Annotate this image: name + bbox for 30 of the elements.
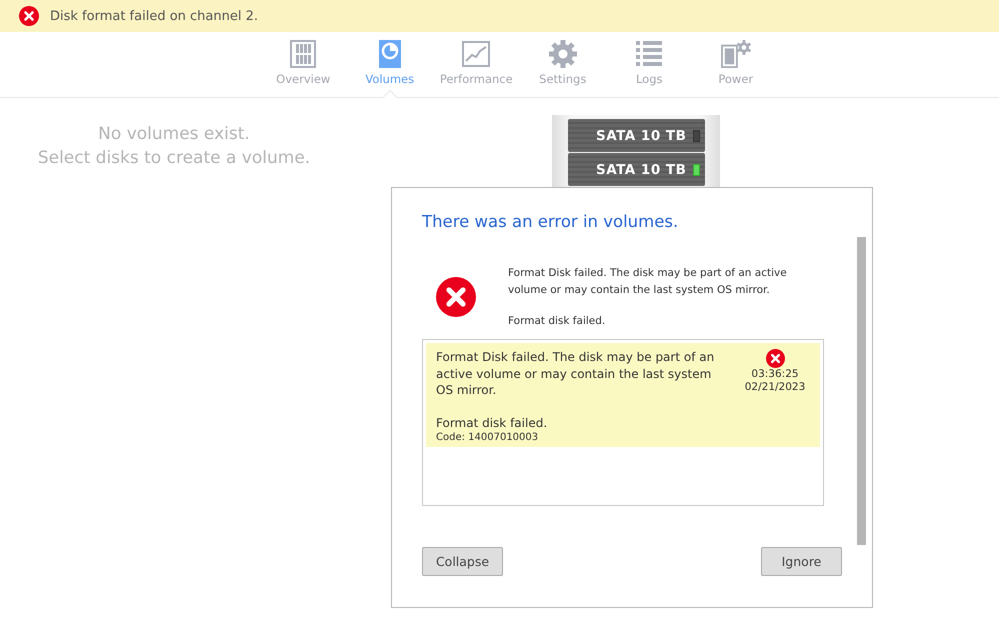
nav-tab[interactable]: Settings [520, 32, 606, 97]
log-time: 03:36:25 [751, 368, 799, 381]
empty-message: No volumes exist. [97, 123, 251, 146]
drive-bay[interactable]: SATA 10 TB [568, 153, 705, 186]
nav-tab[interactable]: Overview [260, 32, 346, 97]
pie-chart-icon [378, 40, 401, 68]
grid-icon [290, 40, 316, 68]
log-detail: Format disk failed. [436, 416, 548, 430]
banner-message: Disk format failed on channel 2. [50, 8, 258, 24]
error-detail: Format disk failed. [508, 315, 606, 327]
drive-bay[interactable]: SATA 10 TB [568, 119, 705, 152]
device-gear-icon [720, 40, 752, 68]
line-chart-icon [462, 40, 490, 68]
log-date: 02/21/2023 [744, 381, 806, 394]
empty-message: Select disks to create a volume. [36, 147, 312, 170]
log-message: Format Disk failed. The disk may be part of an active volume or may contain the last system OS mirror. [436, 349, 716, 398]
nav-tab[interactable]: Performance [433, 32, 520, 97]
nav-tab[interactable]: Logs [606, 32, 692, 97]
dialog-button[interactable]: Ignore [761, 547, 842, 576]
nav-tab[interactable]: Power [692, 32, 779, 97]
error-summary: Format Disk failed. The disk may be part of an active volume or may contain the last system OS mirror. [508, 266, 788, 298]
error-icon [19, 6, 39, 26]
log-code: Code: 14007010003 [436, 432, 540, 442]
list-icon [636, 40, 662, 68]
error-icon [436, 277, 476, 317]
settings-icon [548, 40, 577, 68]
error-icon [766, 349, 784, 368]
scrollbar[interactable] [857, 237, 866, 545]
dialog-title: There was an error in volumes. [422, 212, 678, 231]
dialog-button[interactable]: Collapse [422, 547, 503, 576]
